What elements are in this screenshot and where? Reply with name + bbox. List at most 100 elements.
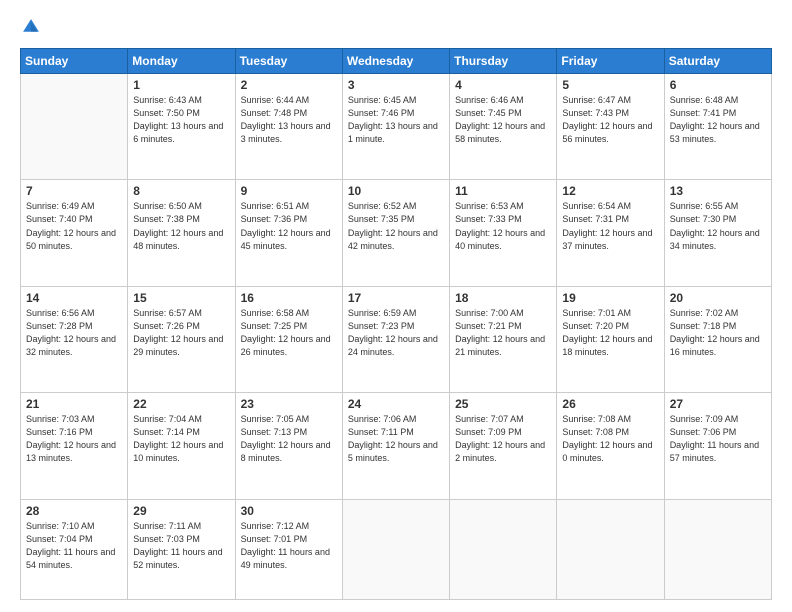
table-row: 4 Sunrise: 6:46 AMSunset: 7:45 PMDaylight… bbox=[450, 74, 557, 180]
calendar-header-row: SundayMondayTuesdayWednesdayThursdayFrid… bbox=[21, 49, 772, 74]
calendar-week-row: 7 Sunrise: 6:49 AMSunset: 7:40 PMDaylight… bbox=[21, 180, 772, 286]
day-number: 18 bbox=[455, 291, 551, 305]
cell-info: Sunrise: 7:08 AMSunset: 7:08 PMDaylight:… bbox=[562, 413, 658, 465]
table-row bbox=[450, 499, 557, 599]
cell-info: Sunrise: 7:12 AMSunset: 7:01 PMDaylight:… bbox=[241, 520, 337, 572]
day-number: 29 bbox=[133, 504, 229, 518]
cell-info: Sunrise: 6:57 AMSunset: 7:26 PMDaylight:… bbox=[133, 307, 229, 359]
cell-info: Sunrise: 7:02 AMSunset: 7:18 PMDaylight:… bbox=[670, 307, 766, 359]
cell-info: Sunrise: 6:50 AMSunset: 7:38 PMDaylight:… bbox=[133, 200, 229, 252]
cell-info: Sunrise: 7:10 AMSunset: 7:04 PMDaylight:… bbox=[26, 520, 122, 572]
cell-info: Sunrise: 6:51 AMSunset: 7:36 PMDaylight:… bbox=[241, 200, 337, 252]
table-row: 16 Sunrise: 6:58 AMSunset: 7:25 PMDayligh… bbox=[235, 286, 342, 392]
day-number: 9 bbox=[241, 184, 337, 198]
col-header-saturday: Saturday bbox=[664, 49, 771, 74]
day-number: 30 bbox=[241, 504, 337, 518]
day-number: 23 bbox=[241, 397, 337, 411]
table-row: 28 Sunrise: 7:10 AMSunset: 7:04 PMDayligh… bbox=[21, 499, 128, 599]
calendar-week-row: 21 Sunrise: 7:03 AMSunset: 7:16 PMDayligh… bbox=[21, 393, 772, 499]
day-number: 12 bbox=[562, 184, 658, 198]
calendar-week-row: 28 Sunrise: 7:10 AMSunset: 7:04 PMDayligh… bbox=[21, 499, 772, 599]
table-row: 23 Sunrise: 7:05 AMSunset: 7:13 PMDayligh… bbox=[235, 393, 342, 499]
day-number: 26 bbox=[562, 397, 658, 411]
cell-info: Sunrise: 6:53 AMSunset: 7:33 PMDaylight:… bbox=[455, 200, 551, 252]
day-number: 27 bbox=[670, 397, 766, 411]
col-header-tuesday: Tuesday bbox=[235, 49, 342, 74]
cell-info: Sunrise: 6:58 AMSunset: 7:25 PMDaylight:… bbox=[241, 307, 337, 359]
day-number: 24 bbox=[348, 397, 444, 411]
table-row: 19 Sunrise: 7:01 AMSunset: 7:20 PMDayligh… bbox=[557, 286, 664, 392]
calendar-week-row: 14 Sunrise: 6:56 AMSunset: 7:28 PMDayligh… bbox=[21, 286, 772, 392]
day-number: 5 bbox=[562, 78, 658, 92]
table-row: 1 Sunrise: 6:43 AMSunset: 7:50 PMDaylight… bbox=[128, 74, 235, 180]
logo-icon bbox=[20, 16, 42, 38]
day-number: 28 bbox=[26, 504, 122, 518]
table-row bbox=[664, 499, 771, 599]
cell-info: Sunrise: 7:01 AMSunset: 7:20 PMDaylight:… bbox=[562, 307, 658, 359]
cell-info: Sunrise: 6:44 AMSunset: 7:48 PMDaylight:… bbox=[241, 94, 337, 146]
day-number: 21 bbox=[26, 397, 122, 411]
table-row: 25 Sunrise: 7:07 AMSunset: 7:09 PMDayligh… bbox=[450, 393, 557, 499]
day-number: 19 bbox=[562, 291, 658, 305]
calendar-table: SundayMondayTuesdayWednesdayThursdayFrid… bbox=[20, 48, 772, 600]
table-row: 17Sunrise: 6:59 AMSunset: 7:23 PMDayligh… bbox=[342, 286, 449, 392]
cell-info: Sunrise: 6:56 AMSunset: 7:28 PMDaylight:… bbox=[26, 307, 122, 359]
cell-info: Sunrise: 6:49 AMSunset: 7:40 PMDaylight:… bbox=[26, 200, 122, 252]
cell-info: Sunrise: 6:55 AMSunset: 7:30 PMDaylight:… bbox=[670, 200, 766, 252]
table-row: 13 Sunrise: 6:55 AMSunset: 7:30 PMDayligh… bbox=[664, 180, 771, 286]
table-row: 10Sunrise: 6:52 AMSunset: 7:35 PMDayligh… bbox=[342, 180, 449, 286]
logo bbox=[20, 16, 46, 38]
table-row: 20 Sunrise: 7:02 AMSunset: 7:18 PMDayligh… bbox=[664, 286, 771, 392]
table-row: 9 Sunrise: 6:51 AMSunset: 7:36 PMDaylight… bbox=[235, 180, 342, 286]
cell-info: Sunrise: 7:03 AMSunset: 7:16 PMDaylight:… bbox=[26, 413, 122, 465]
cell-info: Sunrise: 6:43 AMSunset: 7:50 PMDaylight:… bbox=[133, 94, 229, 146]
table-row: 27 Sunrise: 7:09 AMSunset: 7:06 PMDayligh… bbox=[664, 393, 771, 499]
cell-info: Sunrise: 7:07 AMSunset: 7:09 PMDaylight:… bbox=[455, 413, 551, 465]
cell-info: Sunrise: 6:46 AMSunset: 7:45 PMDaylight:… bbox=[455, 94, 551, 146]
cell-info: Sunrise: 7:05 AMSunset: 7:13 PMDaylight:… bbox=[241, 413, 337, 465]
table-row: 8 Sunrise: 6:50 AMSunset: 7:38 PMDaylight… bbox=[128, 180, 235, 286]
day-number: 6 bbox=[670, 78, 766, 92]
table-row bbox=[557, 499, 664, 599]
day-number: 16 bbox=[241, 291, 337, 305]
table-row: 26 Sunrise: 7:08 AMSunset: 7:08 PMDayligh… bbox=[557, 393, 664, 499]
cell-info: Sunrise: 7:06 AMSunset: 7:11 PMDaylight:… bbox=[348, 413, 444, 465]
col-header-thursday: Thursday bbox=[450, 49, 557, 74]
cell-info: Sunrise: 6:45 AMSunset: 7:46 PMDaylight:… bbox=[348, 94, 444, 146]
day-number: 25 bbox=[455, 397, 551, 411]
table-row: 3 Sunrise: 6:45 AMSunset: 7:46 PMDaylight… bbox=[342, 74, 449, 180]
calendar-week-row: 1 Sunrise: 6:43 AMSunset: 7:50 PMDaylight… bbox=[21, 74, 772, 180]
table-row: 30 Sunrise: 7:12 AMSunset: 7:01 PMDayligh… bbox=[235, 499, 342, 599]
day-number: 3 bbox=[348, 78, 444, 92]
cell-info: Sunrise: 7:04 AMSunset: 7:14 PMDaylight:… bbox=[133, 413, 229, 465]
page: SundayMondayTuesdayWednesdayThursdayFrid… bbox=[0, 0, 792, 612]
table-row: 6 Sunrise: 6:48 AMSunset: 7:41 PMDaylight… bbox=[664, 74, 771, 180]
table-row: 21 Sunrise: 7:03 AMSunset: 7:16 PMDayligh… bbox=[21, 393, 128, 499]
day-number: 13 bbox=[670, 184, 766, 198]
day-number: 1 bbox=[133, 78, 229, 92]
day-number: 10 bbox=[348, 184, 444, 198]
cell-info: Sunrise: 7:09 AMSunset: 7:06 PMDaylight:… bbox=[670, 413, 766, 465]
table-row: 29Sunrise: 7:11 AMSunset: 7:03 PMDayligh… bbox=[128, 499, 235, 599]
day-number: 15 bbox=[133, 291, 229, 305]
col-header-friday: Friday bbox=[557, 49, 664, 74]
day-number: 20 bbox=[670, 291, 766, 305]
table-row: 12 Sunrise: 6:54 AMSunset: 7:31 PMDayligh… bbox=[557, 180, 664, 286]
day-number: 7 bbox=[26, 184, 122, 198]
table-row: 2Sunrise: 6:44 AMSunset: 7:48 PMDaylight… bbox=[235, 74, 342, 180]
day-number: 4 bbox=[455, 78, 551, 92]
day-number: 14 bbox=[26, 291, 122, 305]
day-number: 22 bbox=[133, 397, 229, 411]
cell-info: Sunrise: 6:54 AMSunset: 7:31 PMDaylight:… bbox=[562, 200, 658, 252]
table-row: 5Sunrise: 6:47 AMSunset: 7:43 PMDaylight… bbox=[557, 74, 664, 180]
table-row: 24 Sunrise: 7:06 AMSunset: 7:11 PMDayligh… bbox=[342, 393, 449, 499]
cell-info: Sunrise: 6:48 AMSunset: 7:41 PMDaylight:… bbox=[670, 94, 766, 146]
table-row bbox=[21, 74, 128, 180]
table-row: 14 Sunrise: 6:56 AMSunset: 7:28 PMDayligh… bbox=[21, 286, 128, 392]
col-header-sunday: Sunday bbox=[21, 49, 128, 74]
col-header-monday: Monday bbox=[128, 49, 235, 74]
day-number: 8 bbox=[133, 184, 229, 198]
col-header-wednesday: Wednesday bbox=[342, 49, 449, 74]
cell-info: Sunrise: 7:00 AMSunset: 7:21 PMDaylight:… bbox=[455, 307, 551, 359]
cell-info: Sunrise: 6:59 AMSunset: 7:23 PMDaylight:… bbox=[348, 307, 444, 359]
